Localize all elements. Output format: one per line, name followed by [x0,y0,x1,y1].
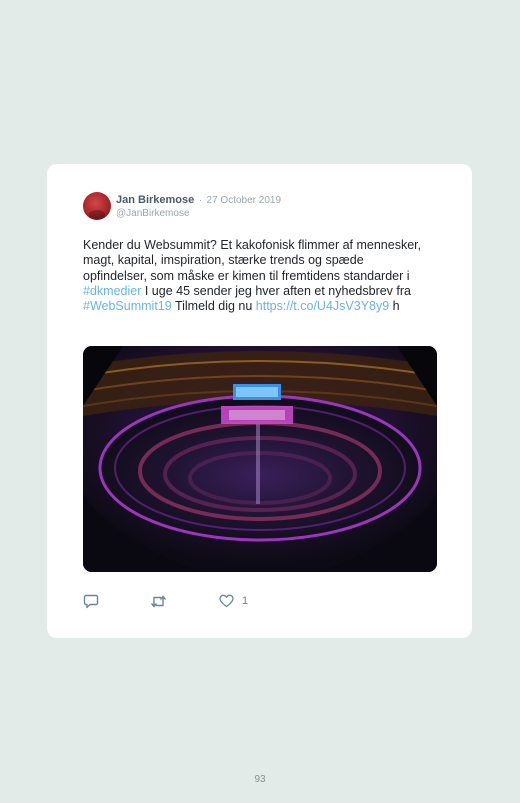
page-number: 93 [254,774,266,785]
tweet-actions: 1 [83,594,283,610]
retweet-icon [150,595,167,608]
author-handle[interactable]: @JanBirkemose [116,207,281,220]
author-name[interactable]: Jan Birkemose [116,194,194,206]
tweet-header: Jan Birkemose · 27 October 2019 @JanBirk… [83,192,281,220]
hashtag-link[interactable]: #WebSummit19 [83,299,172,313]
retweet-button[interactable] [150,594,167,609]
tweet-text: Kender du Websummit? Et kakofonisk flimm… [83,238,423,314]
reply-icon [83,594,99,609]
tweet-text-part: h [389,299,400,314]
tweet-card: Jan Birkemose · 27 October 2019 @JanBirk… [47,164,472,638]
like-count: 1 [242,595,249,607]
avatar[interactable] [83,192,111,220]
tweet-text-part: Tilmeld dig nu [171,299,256,314]
tweet-photo[interactable] [83,346,437,572]
hashtag-link[interactable]: #dkmedier [83,284,141,298]
tweet-text-part: I uge 45 sender jeg hver aften et nyheds… [141,283,411,298]
tweet-meta: Jan Birkemose · 27 October 2019 @JanBirk… [116,192,281,220]
tweet-date[interactable]: 27 October 2019 [207,195,282,206]
heart-icon [219,594,234,608]
url-link[interactable]: https://t.co/U4JsV3Y8y9 [256,299,389,313]
separator-dot: · [198,195,203,206]
reply-button[interactable] [83,594,99,609]
tweet-text-part: Kender du Websummit? Et kakofonisk flimm… [83,238,422,283]
arena-image [83,346,437,572]
like-button[interactable]: 1 [219,594,248,608]
